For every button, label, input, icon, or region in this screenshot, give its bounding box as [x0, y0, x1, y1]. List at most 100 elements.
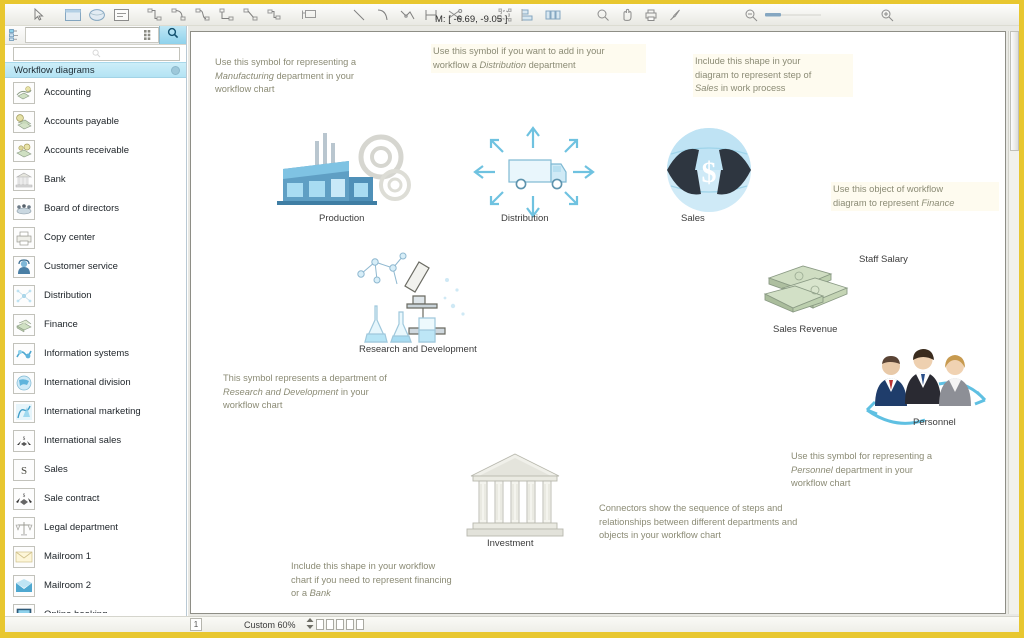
node-label-staff-salary: Staff Salary [859, 254, 908, 265]
node-label-production: Production [319, 213, 365, 224]
accounting-icon [13, 81, 35, 104]
shape-item-copy-center[interactable]: Copy center [5, 223, 186, 252]
shape-item-sale-contract[interactable]: $ Sale contract [5, 484, 186, 513]
shape-item-mailroom-1[interactable]: Mailroom 1 [5, 542, 186, 571]
page-indicator[interactable]: 1 [190, 618, 202, 631]
ellipse-tool-button[interactable] [85, 5, 109, 25]
pointer-tool-button[interactable] [27, 5, 51, 25]
zoom-tool-button[interactable] [591, 5, 615, 25]
align-tool-button[interactable] [517, 5, 541, 25]
diagram-page[interactable]: Use this symbol for representing a Manuf… [190, 31, 1006, 614]
zoom-segment[interactable] [345, 619, 354, 630]
canvas-vertical-scrollbar[interactable] [1008, 31, 1019, 614]
shape-item-online-booking[interactable]: Online booking [5, 600, 186, 613]
mailroom-1-icon [13, 545, 35, 568]
print-tool-button[interactable] [639, 5, 663, 25]
shape-list[interactable]: Accounting Accounts payable Accounts recei… [5, 78, 186, 613]
canvas-area[interactable]: Use this symbol for representing a Manuf… [188, 26, 1019, 630]
shape-item-accounting[interactable]: Accounting [5, 78, 186, 107]
shape-item-label: Sales [44, 464, 68, 475]
annotation-research-development: This symbol represents a department of R… [223, 373, 387, 410]
zoom-segment[interactable] [355, 619, 364, 630]
bank-icon [13, 168, 35, 191]
connector-curve-tool-button[interactable] [167, 5, 191, 25]
zoom-level-label[interactable]: Custom 60% [244, 620, 296, 630]
information-systems-icon [13, 342, 35, 365]
connector-right-angle-tool-button[interactable] [143, 5, 167, 25]
shape-item-label: International marketing [44, 406, 141, 417]
annotation-finance: Use this object of workflow diagram to r… [831, 182, 999, 211]
distribute-tool-button[interactable] [541, 5, 565, 25]
shape-item-board-of-directors[interactable]: Board of directors [5, 194, 186, 223]
connector-elbow-tool-button[interactable] [215, 5, 239, 25]
close-icon[interactable] [171, 65, 180, 75]
accounts-receivable-icon [13, 139, 35, 162]
shape-item-customer-service[interactable]: Customer service [5, 252, 186, 281]
shape-item-label: Bank [44, 174, 66, 185]
arc-tool-button[interactable] [371, 5, 395, 25]
connector-step-tool-button[interactable] [263, 5, 287, 25]
annotation-manufacturing: Use this symbol for representing a Manuf… [215, 57, 357, 94]
svg-text:S: S [21, 465, 27, 477]
board-of-directors-icon [13, 197, 35, 220]
sales-shape[interactable]: $ [659, 124, 759, 216]
library-filter-row [5, 45, 186, 62]
callout-tool-button[interactable] [297, 5, 321, 25]
rectangle-tool-button[interactable] [61, 5, 85, 25]
search-input[interactable] [25, 27, 159, 43]
zoom-segment[interactable] [335, 619, 344, 630]
line-tool-button[interactable] [347, 5, 371, 25]
shape-item-label: Accounts payable [44, 116, 119, 127]
zoom-stepper[interactable] [306, 618, 364, 631]
library-icon[interactable] [5, 26, 25, 44]
shape-item-international-division[interactable]: International division [5, 368, 186, 397]
zoom-segment[interactable] [325, 619, 334, 630]
international-marketing-icon [13, 400, 35, 423]
search-button[interactable] [159, 26, 186, 44]
shape-item-international-sales[interactable]: $ International sales [5, 426, 186, 455]
connector-straight-tool-button[interactable] [239, 5, 263, 25]
library-search-bar [5, 26, 186, 45]
connector-bezier-tool-button[interactable] [191, 5, 215, 25]
zoom-out-tool-button[interactable] [739, 5, 763, 25]
node-label-sales-revenue: Sales Revenue [773, 324, 838, 335]
grid-icon[interactable] [142, 30, 156, 40]
chevron-updown-icon[interactable] [306, 618, 314, 631]
zoom-in-tool-button[interactable] [875, 5, 899, 25]
shape-item-label: Online booking [44, 609, 107, 613]
status-bar: 1 Custom 60% [5, 616, 1019, 632]
shape-item-label: Customer service [44, 261, 118, 272]
scrollbar-thumb[interactable] [1010, 31, 1019, 151]
shape-item-label: Sale contract [44, 493, 100, 504]
library-group-header[interactable]: Workflow diagrams [5, 62, 186, 78]
svg-text:$: $ [23, 437, 26, 442]
production-shape[interactable] [269, 127, 419, 217]
node-label-personnel: Personnel [913, 417, 956, 428]
shape-item-international-marketing[interactable]: International marketing [5, 397, 186, 426]
format-painter-tool-button[interactable] [663, 5, 687, 25]
shape-item-accounts-payable[interactable]: Accounts payable [5, 107, 186, 136]
shape-item-distribution[interactable]: Distribution [5, 281, 186, 310]
node-label-distribution: Distribution [501, 213, 549, 224]
shape-item-legal-department[interactable]: Legal department [5, 513, 186, 542]
zoom-slider[interactable] [763, 5, 823, 25]
shape-item-sales[interactable]: S Sales [5, 455, 186, 484]
shape-item-finance[interactable]: Finance [5, 310, 186, 339]
international-sales-icon: $ [13, 429, 35, 452]
shape-item-label: Legal department [44, 522, 118, 533]
shape-item-label: International sales [44, 435, 122, 446]
zoom-segment[interactable] [315, 619, 324, 630]
shape-item-accounts-receivable[interactable]: Accounts receivable [5, 136, 186, 165]
shape-item-bank[interactable]: Bank [5, 165, 186, 194]
shape-item-label: Copy center [44, 232, 96, 243]
shape-item-label: Mailroom 1 [44, 551, 91, 562]
node-label-sales: Sales [681, 213, 705, 224]
shape-item-mailroom-2[interactable]: Mailroom 2 [5, 571, 186, 600]
shape-item-label: Mailroom 2 [44, 580, 91, 591]
money-shape[interactable] [759, 260, 855, 316]
text-box-tool-button[interactable] [109, 5, 133, 25]
filter-input[interactable] [13, 46, 180, 61]
polyline-tool-button[interactable] [395, 5, 419, 25]
shape-item-information-systems[interactable]: Information systems [5, 339, 186, 368]
pan-tool-button[interactable] [615, 5, 639, 25]
